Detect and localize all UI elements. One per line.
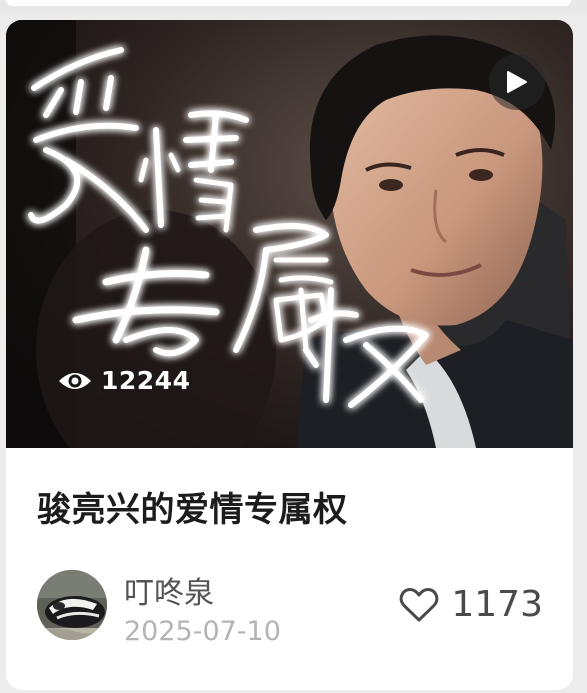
avatar-image <box>37 570 107 640</box>
previous-card-edge <box>0 0 587 14</box>
eye-icon <box>59 372 91 389</box>
avatar[interactable] <box>37 570 107 640</box>
view-count-value: 12244 <box>101 366 191 395</box>
drama-card[interactable]: 12244 骏亮兴的爱情专属权 叮咚泉 2025-07-10 1173 <box>6 20 573 690</box>
heart-outline-icon <box>400 587 439 621</box>
drama-title[interactable]: 骏亮兴的爱情专属权 <box>37 482 348 531</box>
like-count: 1173 <box>451 584 543 625</box>
cover-image[interactable]: 12244 <box>6 20 573 448</box>
like-button[interactable]: 1173 <box>399 584 543 625</box>
play-icon <box>507 71 527 93</box>
view-count: 12244 <box>58 366 190 395</box>
play-button[interactable] <box>489 54 545 110</box>
author-name[interactable]: 叮咚泉 <box>124 568 214 612</box>
publish-date: 2025-07-10 <box>124 616 281 647</box>
